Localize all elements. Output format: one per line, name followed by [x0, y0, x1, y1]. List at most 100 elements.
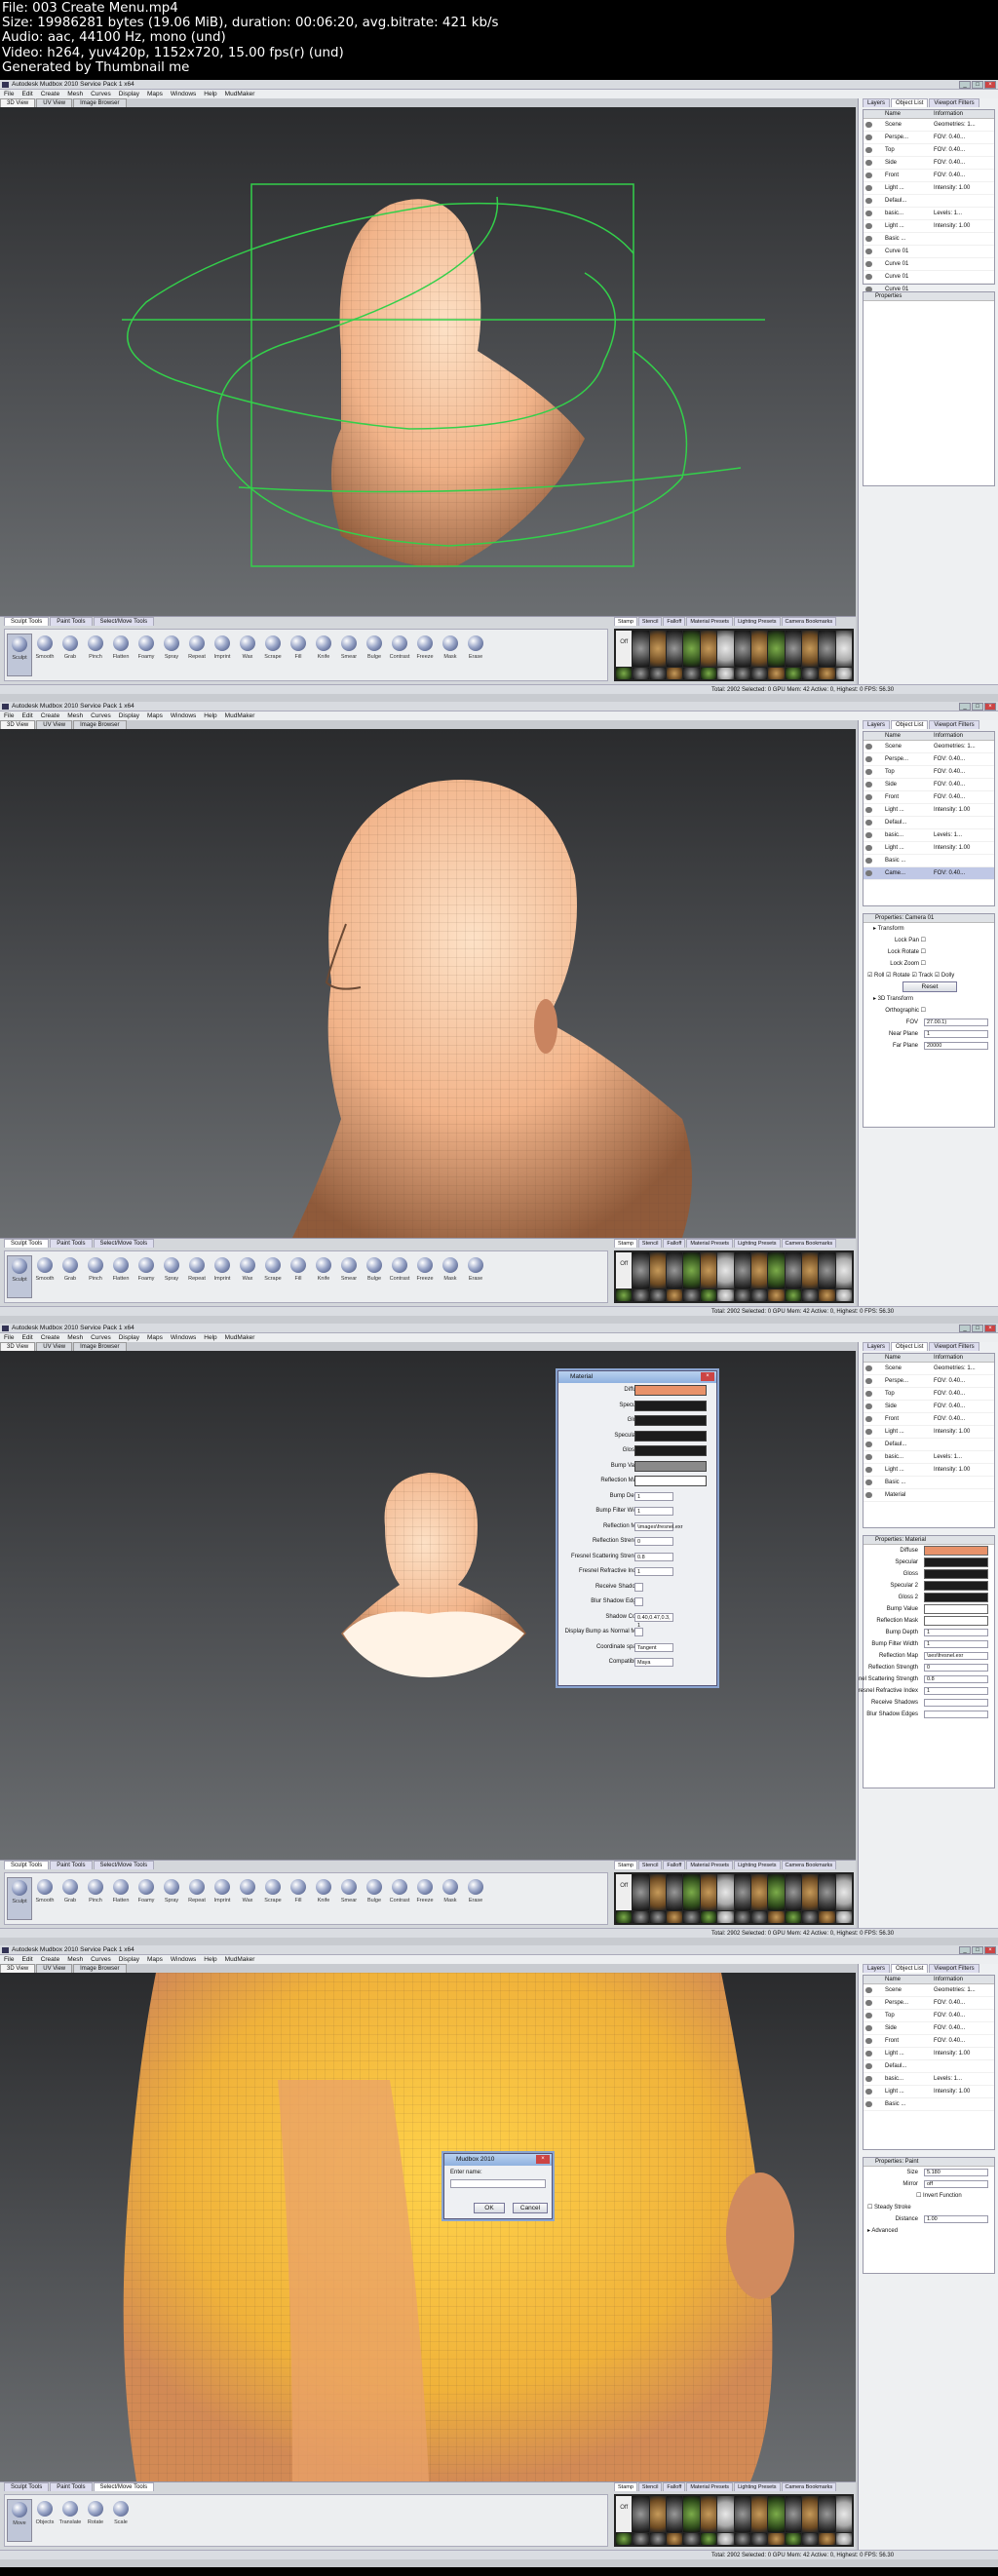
list-item[interactable]: Defaul... — [864, 1439, 994, 1451]
checkbox-row[interactable]: ☐ Steady Stroke — [864, 2202, 994, 2213]
close-icon[interactable]: × — [984, 1946, 996, 1954]
menu-mesh[interactable]: Mesh — [67, 90, 83, 98]
list-item[interactable]: basic... Levels: 1... — [864, 829, 994, 842]
tool-pinch[interactable]: Pinch — [83, 1255, 108, 1298]
tab-layers[interactable]: Layers — [863, 1964, 891, 1973]
tool-pinch[interactable]: Pinch — [83, 1877, 108, 1920]
stamp-thumbnail[interactable] — [616, 2532, 633, 2545]
menu-file[interactable]: File — [4, 1333, 14, 1342]
menu-maps[interactable]: Maps — [147, 711, 163, 720]
column-header-information[interactable]: Information — [934, 1976, 992, 1983]
visibility-eye-icon[interactable] — [865, 2063, 872, 2069]
stamp-thumbnail[interactable] — [734, 2532, 750, 2545]
material-row[interactable]: Fresnel Refractive Index 1 — [558, 1564, 716, 1580]
list-item[interactable]: Perspe... FOV: 0.40... — [864, 1375, 994, 1388]
3d-viewport[interactable]: Material× Diffuse Specular Gloss Specula… — [0, 1351, 856, 1860]
property-field[interactable]: 1.00 — [924, 2215, 988, 2223]
minimize-icon[interactable]: _ — [959, 1325, 971, 1332]
stamp-thumbnail[interactable] — [768, 631, 785, 667]
stamp-thumbnail[interactable] — [750, 1874, 768, 1910]
material-row[interactable]: Shadow Color 0.40,0.47,0.3, 1 — [558, 1610, 716, 1629]
tool-grab[interactable]: Grab — [58, 1877, 83, 1920]
property-field[interactable]: 1 — [924, 1640, 988, 1648]
property-field[interactable]: 0.8 — [924, 1675, 988, 1683]
stamp-thumbnail[interactable] — [835, 1910, 852, 1923]
tool-sculpt[interactable]: Sculpt — [7, 634, 32, 676]
tool-contrast[interactable]: Contrast — [387, 634, 412, 676]
menu-edit[interactable]: Edit — [21, 1955, 32, 1964]
material-row[interactable]: Gloss — [558, 1413, 716, 1429]
tab-layers[interactable]: Layers — [863, 1342, 891, 1351]
tool-knife[interactable]: Knife — [311, 634, 336, 676]
list-item[interactable]: basic... Levels: 1... — [864, 208, 994, 220]
stamp-thumbnail[interactable] — [717, 1288, 734, 1301]
close-icon[interactable]: × — [984, 81, 996, 89]
list-item[interactable]: Top FOV: 0.40... — [864, 766, 994, 779]
visibility-eye-icon[interactable] — [865, 2101, 872, 2107]
list-item[interactable]: Side FOV: 0.40... — [864, 1401, 994, 1413]
stamp-thumbnail[interactable] — [700, 667, 717, 679]
stamp-thumbnail[interactable] — [801, 2532, 819, 2545]
visibility-eye-icon[interactable] — [865, 223, 872, 229]
menu-mudmaker[interactable]: MudMaker — [225, 1333, 255, 1342]
tab-sculpt-tools[interactable]: Sculpt Tools — [4, 2482, 50, 2491]
list-item[interactable]: Scene Geometries: 1... — [864, 119, 994, 132]
visibility-eye-icon[interactable] — [865, 1480, 872, 1485]
tab-paint-tools[interactable]: Paint Tools — [50, 1861, 93, 1869]
stamp-thumbnail[interactable] — [700, 1910, 717, 1923]
visibility-eye-icon[interactable] — [865, 1378, 872, 1384]
menu-windows[interactable]: Windows — [171, 90, 196, 98]
list-item[interactable]: Came... FOV: 0.40... — [864, 867, 994, 880]
tool-smooth[interactable]: Smooth — [32, 1877, 58, 1920]
visibility-eye-icon[interactable] — [865, 261, 872, 267]
tab-material-presets[interactable]: Material Presets — [686, 1239, 734, 1248]
menu-create[interactable]: Create — [41, 90, 60, 98]
material-field[interactable]: 1 — [634, 1507, 673, 1516]
stamp-thumbnail[interactable] — [700, 1874, 717, 1910]
tool-imprint[interactable]: Imprint — [210, 1877, 235, 1920]
stamp-thumbnail[interactable] — [700, 1252, 717, 1288]
tool-move[interactable]: Move — [7, 2499, 32, 2542]
checkbox-row[interactable]: Lock Pan ☐ — [864, 935, 994, 946]
stamp-thumbnail[interactable] — [667, 1874, 683, 1910]
visibility-eye-icon[interactable] — [865, 173, 872, 178]
visibility-eye-icon[interactable] — [865, 1454, 872, 1460]
material-field[interactable]: 0.40,0.47,0.3, 1 — [634, 1612, 673, 1629]
stamp-off[interactable]: Off — [616, 1874, 633, 1910]
visibility-eye-icon[interactable] — [865, 274, 872, 280]
menu-mesh[interactable]: Mesh — [67, 1333, 83, 1342]
menu-mudmaker[interactable]: MudMaker — [225, 1955, 255, 1964]
tab-sculpt-tools[interactable]: Sculpt Tools — [4, 1861, 50, 1869]
visibility-eye-icon[interactable] — [865, 2051, 872, 2057]
stamp-thumbnail[interactable] — [717, 2496, 734, 2532]
stamp-thumbnail[interactable] — [734, 1874, 750, 1910]
tool-mask[interactable]: Mask — [438, 1255, 463, 1298]
list-item[interactable]: Top FOV: 0.40... — [864, 2010, 994, 2022]
visibility-eye-icon[interactable] — [865, 820, 872, 826]
visibility-eye-icon[interactable] — [865, 794, 872, 800]
stamp-thumbnail[interactable] — [801, 631, 819, 667]
stamp-thumbnail[interactable] — [683, 1910, 700, 1923]
tool-bulge[interactable]: Bulge — [362, 634, 387, 676]
stamp-thumbnail[interactable] — [700, 2532, 717, 2545]
color-swatch[interactable] — [634, 1460, 707, 1472]
tool-sculpt[interactable]: Sculpt — [7, 1255, 32, 1298]
color-swatch[interactable] — [634, 1445, 707, 1456]
list-item[interactable]: Defaul... — [864, 2060, 994, 2073]
tool-flatten[interactable]: Flatten — [108, 634, 134, 676]
material-field[interactable]: 0 — [634, 1537, 673, 1546]
viewport-scene[interactable] — [0, 1973, 856, 2481]
visibility-eye-icon[interactable] — [865, 2000, 872, 2006]
menu-display[interactable]: Display — [119, 1955, 139, 1964]
tab-object-list[interactable]: Object List — [891, 1964, 929, 1973]
menu-mudmaker[interactable]: MudMaker — [225, 711, 255, 720]
list-item[interactable]: Top FOV: 0.40... — [864, 1388, 994, 1401]
list-item[interactable]: Light ... Intensity: 1.00 — [864, 1426, 994, 1439]
tab-uv-view[interactable]: UV View — [36, 1964, 73, 1973]
viewport-scene[interactable] — [0, 1351, 856, 1860]
tab-object-list[interactable]: Object List — [891, 1342, 929, 1351]
tool-scrape[interactable]: Scrape — [260, 1255, 286, 1298]
stamp-thumbnail[interactable] — [616, 667, 633, 679]
stamp-off[interactable]: Off — [616, 631, 633, 667]
list-item[interactable]: Defaul... — [864, 817, 994, 829]
